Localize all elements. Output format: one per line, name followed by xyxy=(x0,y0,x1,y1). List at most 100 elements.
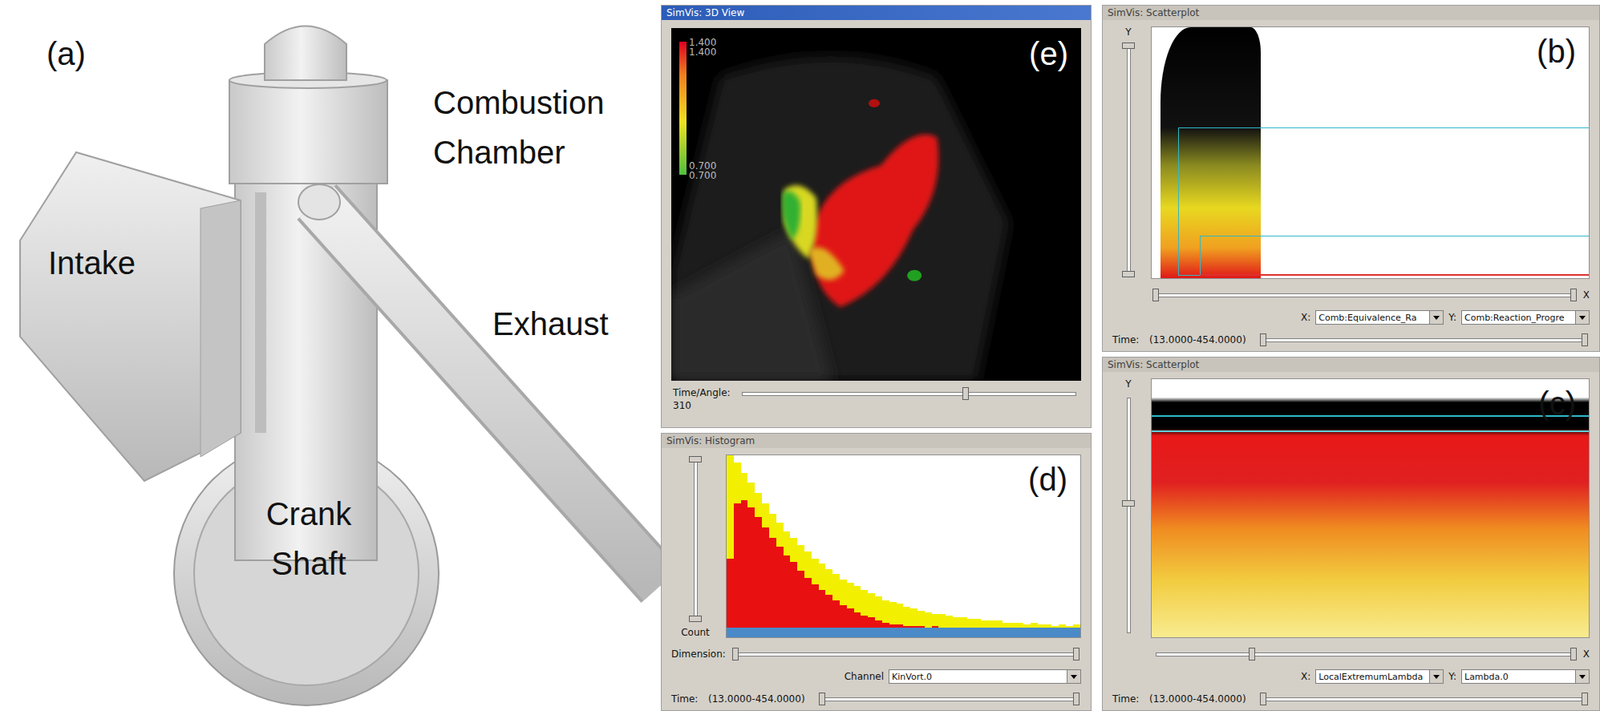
figure: (a)CombustionChamberIntakeExhaustCrankSh… xyxy=(0,0,1600,711)
slider-thumb[interactable] xyxy=(732,648,739,661)
histogram-window: SimVis: HistogramCount(d)Dimension:Chann… xyxy=(660,433,1092,711)
histogram-bin xyxy=(789,455,798,628)
count-slider[interactable] xyxy=(688,459,702,620)
slider-thumb[interactable] xyxy=(1122,42,1135,49)
histogram-bar xyxy=(818,590,827,628)
x-slider[interactable] xyxy=(1155,648,1574,661)
time-slider[interactable] xyxy=(741,387,1077,401)
histogram-bar xyxy=(889,624,897,628)
dropdown-label: Y: xyxy=(1448,671,1457,683)
colorbar-max: 1.4001.400 xyxy=(688,37,717,57)
dropdown-arrow-icon[interactable] xyxy=(1066,670,1081,684)
histogram-bar xyxy=(1023,624,1031,628)
slider-thumb[interactable] xyxy=(1248,648,1256,661)
dropdown-label: X: xyxy=(1300,671,1311,683)
slider-thumb[interactable] xyxy=(688,456,702,463)
scatterplot[interactable]: (b) xyxy=(1150,26,1590,280)
histogram-bar xyxy=(832,600,840,628)
slider-label: Time/Angle: xyxy=(672,387,731,399)
histogram-bar xyxy=(952,617,960,628)
histogram-bin xyxy=(811,455,819,628)
y-dropdown[interactable]: Comb:Reaction_Progre xyxy=(1461,310,1590,325)
selection-brush[interactable] xyxy=(1150,430,1590,433)
time-slider[interactable] xyxy=(1263,333,1585,347)
histogram-bar xyxy=(874,620,883,628)
slider-thumb[interactable] xyxy=(962,387,969,401)
axis-label: Count xyxy=(680,627,710,639)
window-title[interactable]: SimVis: Scatterplot xyxy=(1102,5,1600,21)
slider-thumb[interactable] xyxy=(1581,692,1588,706)
histogram-bin xyxy=(797,455,805,628)
histogram-bin xyxy=(860,455,868,628)
histogram-bar xyxy=(980,620,989,628)
histogram-bar xyxy=(846,608,855,628)
slider-thumb[interactable] xyxy=(1122,500,1135,507)
time-slider[interactable] xyxy=(822,692,1077,706)
slider-thumb[interactable] xyxy=(1259,692,1267,706)
window-title[interactable]: SimVis: 3D View xyxy=(661,5,1091,21)
volume-rendering-icon xyxy=(671,28,1082,381)
dropdown-arrow-icon[interactable] xyxy=(1429,670,1443,684)
histogram-bin xyxy=(832,455,840,628)
slider-thumb[interactable] xyxy=(1073,692,1080,706)
histogram-bin xyxy=(896,455,904,628)
slider-thumb[interactable] xyxy=(1122,271,1135,278)
histogram-bar xyxy=(825,595,833,628)
histogram-plot[interactable]: (d) xyxy=(725,454,1082,639)
histogram-bin xyxy=(874,455,883,628)
slider-thumb[interactable] xyxy=(818,692,826,706)
histogram-bin xyxy=(783,455,791,628)
slider-thumb[interactable] xyxy=(1581,333,1588,347)
histogram-bar xyxy=(867,617,875,628)
point-cloud xyxy=(1160,27,1261,279)
slider-thumb[interactable] xyxy=(688,615,702,623)
x-dropdown[interactable]: LocalExtremumLambda xyxy=(1315,669,1444,685)
histogram-bin xyxy=(839,455,847,628)
histogram-bar xyxy=(761,527,770,628)
slider-thumb[interactable] xyxy=(1259,333,1267,347)
y-dropdown[interactable]: Lambda.0 xyxy=(1461,669,1590,685)
histogram-bar xyxy=(1058,624,1066,628)
x-dropdown[interactable]: Comb:Equivalence_Ra xyxy=(1315,310,1444,325)
histogram-bar xyxy=(733,503,742,628)
histogram-bar xyxy=(995,620,1003,628)
slider-thumb[interactable] xyxy=(1152,288,1159,302)
selection-brush[interactable] xyxy=(1178,127,1590,276)
window-title[interactable]: SimVis: Histogram xyxy=(661,433,1091,449)
x-slider[interactable] xyxy=(1155,288,1574,302)
dropdown-arrow-icon[interactable] xyxy=(1575,311,1589,325)
y-slider[interactable] xyxy=(1122,397,1135,634)
histogram-bin xyxy=(882,455,890,628)
histogram-bin xyxy=(741,455,749,628)
histogram-bin xyxy=(1016,455,1024,628)
dimension-slider[interactable] xyxy=(735,648,1077,661)
axis-label: X xyxy=(1583,289,1590,301)
volume-view[interactable]: 1.4001.4000.7000.700(e) xyxy=(671,28,1082,381)
histogram-bar xyxy=(811,584,819,628)
slider-thumb[interactable] xyxy=(1073,648,1080,661)
time-slider[interactable] xyxy=(1263,692,1585,706)
selection-brush[interactable] xyxy=(1199,235,1590,276)
histogram-bar xyxy=(754,517,762,628)
dropdown-label: X: xyxy=(1300,311,1311,324)
histogram-bin xyxy=(818,455,827,628)
histogram-bin xyxy=(761,455,770,628)
histogram-bar xyxy=(945,615,953,628)
dropdown-label: Channel xyxy=(844,671,884,683)
dropdown-arrow-icon[interactable] xyxy=(1575,670,1589,684)
histogram-bar xyxy=(769,538,777,628)
histogram-bar xyxy=(741,500,749,628)
histogram-bar xyxy=(931,626,940,628)
dropdown-arrow-icon[interactable] xyxy=(1429,311,1443,325)
histogram-bar xyxy=(783,555,791,628)
selection-brush[interactable] xyxy=(1150,415,1590,418)
scatterplot[interactable]: (c) xyxy=(1150,378,1590,639)
slider-thumb[interactable] xyxy=(1570,288,1577,302)
channel-dropdown[interactable]: KinVort.0 xyxy=(888,669,1082,685)
window-title[interactable]: SimVis: Scatterplot xyxy=(1102,357,1600,373)
histogram-bar xyxy=(1045,624,1053,628)
slider-thumb[interactable] xyxy=(1570,648,1577,661)
histogram-bin xyxy=(988,455,996,628)
histogram-bar xyxy=(910,626,918,628)
y-slider[interactable] xyxy=(1122,45,1135,275)
